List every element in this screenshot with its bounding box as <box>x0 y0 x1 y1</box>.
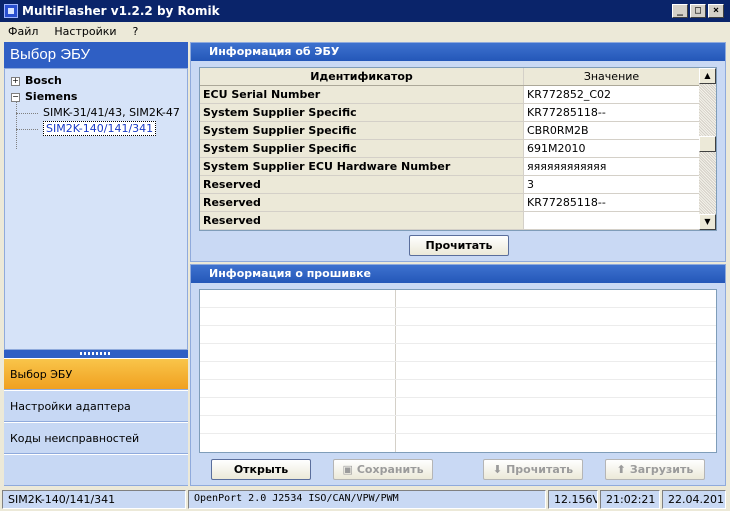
read-firmware-label: Прочитать <box>506 463 574 476</box>
firmware-grid <box>199 289 717 453</box>
read-firmware-button[interactable]: ⬇ Прочитать <box>483 459 583 480</box>
menu-bar: Файл Настройки ? <box>0 22 730 41</box>
status-time: 21:02:21 <box>600 490 660 509</box>
close-button[interactable]: × <box>708 4 724 18</box>
ecu-select-header: Выбор ЭБУ <box>4 42 188 68</box>
row-id: System Supplier ECU Hardware Number <box>200 158 524 175</box>
firmware-title: Информация о прошивке <box>191 265 725 283</box>
table-row[interactable]: System Supplier ECU Hardware Number яяяяя… <box>200 158 716 176</box>
tree-node-bosch[interactable]: + Bosch <box>5 73 187 89</box>
window-title: MultiFlasher v1.2.2 by Romik <box>22 4 220 18</box>
table-row <box>200 380 716 398</box>
status-date: 22.04.2011 <box>662 490 726 509</box>
status-ecu: SIM2K-140/141/341 <box>2 490 186 509</box>
table-scrollbar[interactable]: ▲ ▼ <box>699 68 716 230</box>
save-button-label: Сохранить <box>356 463 424 476</box>
scroll-down-icon[interactable]: ▼ <box>699 214 716 230</box>
row-value <box>524 212 699 229</box>
expand-icon[interactable]: + <box>11 77 20 86</box>
menu-file[interactable]: Файл <box>0 25 46 38</box>
row-id: System Supplier Specific <box>200 140 524 157</box>
download-arrow-icon: ⬇ <box>492 463 503 476</box>
load-firmware-button[interactable]: ⬆ Загрузить <box>605 459 705 480</box>
tree-leaf-label: SIM2K-140/141/341 <box>43 121 157 136</box>
row-value: KR77285118-- <box>527 106 606 119</box>
table-row[interactable]: System Supplier Specific CBR0RM2B <box>200 122 716 140</box>
tree-leaf-sim2k140[interactable]: SIM2K-140/141/341 <box>5 121 187 137</box>
left-panel: Выбор ЭБУ + Bosch − Siemens SIMK-31/41/4… <box>4 42 188 486</box>
table-row <box>200 434 716 452</box>
ecu-info-title: Информация об ЭБУ <box>191 43 725 61</box>
firmware-panel: Информация о прошивке Открыть ▣ Сохранит… <box>190 264 726 486</box>
tree-leaf-label: SIMK-31/41/43, SIM2K-47 <box>43 106 180 119</box>
table-row <box>200 398 716 416</box>
nav-ecu-select[interactable]: Выбор ЭБУ <box>4 358 188 390</box>
row-value: KR772852_C02 <box>527 88 612 101</box>
column-header-id[interactable]: Идентификатор <box>200 68 524 85</box>
row-value: яяяяяяяяяяяя <box>527 160 607 173</box>
minimize-button[interactable]: _ <box>672 4 688 18</box>
row-value: KR77285118-- <box>527 196 606 209</box>
table-row[interactable]: System Supplier Specific KR77285118-- <box>200 104 716 122</box>
table-header: Идентификатор Значение <box>200 68 716 86</box>
row-id: System Supplier Specific <box>200 104 524 121</box>
panel-splitter[interactable] <box>4 350 188 358</box>
main-window: MultiFlasher v1.2.2 by Romik _ □ × Файл … <box>0 0 730 511</box>
status-bar: SIM2K-140/141/341 OpenPort 2.0 J2534 ISO… <box>0 488 730 511</box>
tree-node-label: Siemens <box>25 90 78 103</box>
table-row <box>200 362 716 380</box>
upload-arrow-icon: ⬆ <box>616 463 626 476</box>
collapse-icon[interactable]: − <box>11 93 20 102</box>
app-icon <box>4 4 18 18</box>
table-row <box>200 290 716 308</box>
scroll-thumb[interactable] <box>699 136 716 152</box>
status-adapter: OpenPort 2.0 J2534 ISO/CAN/VPW/PWM <box>188 490 546 509</box>
status-voltage: 12.156V <box>548 490 598 509</box>
load-firmware-label: Загрузить <box>629 463 694 476</box>
maximize-button[interactable]: □ <box>690 4 706 18</box>
column-header-value[interactable]: Значение <box>524 68 699 85</box>
table-row <box>200 326 716 344</box>
table-row[interactable]: System Supplier Specific 691M2010 <box>200 140 716 158</box>
row-id: ECU Serial Number <box>200 86 524 103</box>
table-row[interactable]: Reserved 3 <box>200 176 716 194</box>
row-id: Reserved <box>200 176 524 193</box>
row-id: System Supplier Specific <box>200 122 524 139</box>
table-row[interactable]: Reserved KR77285118-- <box>200 194 716 212</box>
row-value: 3 <box>527 178 534 191</box>
scroll-up-icon[interactable]: ▲ <box>699 68 716 84</box>
ecu-info-panel: Информация об ЭБУ Идентификатор Значение… <box>190 42 726 262</box>
nav-empty <box>4 454 188 486</box>
row-id: Reserved <box>200 194 524 211</box>
table-row <box>200 344 716 362</box>
table-row <box>200 308 716 326</box>
open-button[interactable]: Открыть <box>211 459 311 480</box>
nav-error-codes[interactable]: Коды неисправностей <box>4 422 188 454</box>
nav-adapter-settings[interactable]: Настройки адаптера <box>4 390 188 422</box>
table-row[interactable]: Reserved <box>200 212 716 230</box>
save-button[interactable]: ▣ Сохранить <box>333 459 433 480</box>
table-row[interactable]: ECU Serial Number KR772852_C02 <box>200 86 716 104</box>
ecu-info-table: Идентификатор Значение ECU Serial Number… <box>199 67 717 231</box>
row-id: Reserved <box>200 212 524 229</box>
menu-settings[interactable]: Настройки <box>46 25 124 38</box>
tree-node-siemens[interactable]: − Siemens <box>5 89 187 105</box>
tree-leaf-simk31[interactable]: SIMK-31/41/43, SIM2K-47 <box>5 105 187 121</box>
title-bar[interactable]: MultiFlasher v1.2.2 by Romik _ □ × <box>0 0 730 22</box>
read-ecu-button[interactable]: Прочитать <box>409 235 509 256</box>
tree-node-label: Bosch <box>25 74 62 87</box>
menu-help[interactable]: ? <box>125 25 147 38</box>
ecu-tree: + Bosch − Siemens SIMK-31/41/43, SIM2K-4… <box>4 68 188 350</box>
save-icon: ▣ <box>342 463 353 476</box>
table-row <box>200 416 716 434</box>
row-value: 691M2010 <box>527 142 586 155</box>
row-value: CBR0RM2B <box>527 124 589 137</box>
